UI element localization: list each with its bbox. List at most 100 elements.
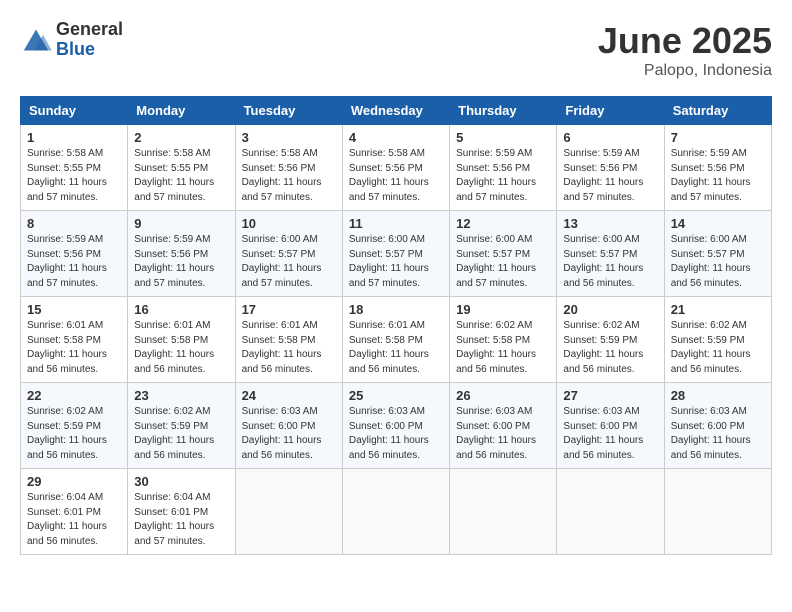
day-info: Sunrise: 6:03 AMSunset: 6:00 PMDaylight:… bbox=[349, 405, 443, 463]
calendar-cell: 4 Sunrise: 5:58 AMSunset: 5:56 PMDaylight… bbox=[342, 125, 449, 211]
calendar-cell: 10 Sunrise: 6:00 AMSunset: 5:57 PMDayligh… bbox=[235, 211, 342, 297]
logo-icon bbox=[20, 26, 52, 54]
logo-general: General bbox=[56, 20, 123, 40]
day-number: 9 bbox=[134, 216, 228, 231]
calendar-cell: 1 Sunrise: 5:58 AMSunset: 5:55 PMDaylight… bbox=[21, 125, 128, 211]
calendar-cell bbox=[664, 469, 771, 555]
calendar-cell: 16 Sunrise: 6:01 AMSunset: 5:58 PMDayligh… bbox=[128, 297, 235, 383]
day-info: Sunrise: 5:59 AMSunset: 5:56 PMDaylight:… bbox=[563, 147, 657, 205]
calendar-cell: 2Sunrise: 5:58 AMSunset: 5:55 PMDaylight… bbox=[128, 125, 235, 211]
calendar-cell: 26 Sunrise: 6:03 AMSunset: 6:00 PMDayligh… bbox=[450, 383, 557, 469]
day-number: 16 bbox=[134, 302, 228, 317]
calendar-cell: 23Sunrise: 6:02 AMSunset: 5:59 PMDayligh… bbox=[128, 383, 235, 469]
day-info: Sunrise: 6:01 AMSunset: 5:58 PMDaylight:… bbox=[242, 319, 336, 377]
day-number: 1 bbox=[27, 130, 121, 145]
calendar-cell bbox=[557, 469, 664, 555]
day-info: Sunrise: 5:58 AMSunset: 5:55 PMDaylight:… bbox=[27, 147, 121, 205]
day-info: Sunrise: 6:00 AMSunset: 5:57 PMDaylight:… bbox=[563, 233, 657, 291]
calendar-header: SundayMondayTuesdayWednesdayThursdayFrid… bbox=[21, 97, 772, 125]
day-number: 19 bbox=[456, 302, 550, 317]
day-info: Sunrise: 6:04 AMSunset: 6:01 PMDaylight:… bbox=[134, 491, 228, 549]
day-number: 15 bbox=[27, 302, 121, 317]
logo-text: General Blue bbox=[56, 20, 123, 60]
day-number: 4 bbox=[349, 130, 443, 145]
calendar-cell: 15 Sunrise: 6:01 AMSunset: 5:58 PMDayligh… bbox=[21, 297, 128, 383]
calendar-cell: 6Sunrise: 5:59 AMSunset: 5:56 PMDaylight… bbox=[557, 125, 664, 211]
day-number: 30 bbox=[134, 474, 228, 489]
day-number: 13 bbox=[563, 216, 657, 231]
day-info: Sunrise: 6:03 AMSunset: 6:00 PMDaylight:… bbox=[456, 405, 550, 463]
day-info: Sunrise: 6:01 AMSunset: 5:58 PMDaylight:… bbox=[134, 319, 228, 377]
day-number: 22 bbox=[27, 388, 121, 403]
day-number: 23 bbox=[134, 388, 228, 403]
calendar-cell: 8 Sunrise: 5:59 AMSunset: 5:56 PMDaylight… bbox=[21, 211, 128, 297]
logo-blue: Blue bbox=[56, 40, 123, 60]
calendar-cell: 24 Sunrise: 6:03 AMSunset: 6:00 PMDayligh… bbox=[235, 383, 342, 469]
day-info: Sunrise: 5:59 AMSunset: 5:56 PMDaylight:… bbox=[134, 233, 228, 291]
location: Palopo, Indonesia bbox=[598, 62, 772, 80]
day-number: 3 bbox=[242, 130, 336, 145]
day-info: Sunrise: 6:00 AMSunset: 5:57 PMDaylight:… bbox=[671, 233, 765, 291]
calendar-cell: 11Sunrise: 6:00 AMSunset: 5:57 PMDayligh… bbox=[342, 211, 449, 297]
day-info: Sunrise: 6:02 AMSunset: 5:59 PMDaylight:… bbox=[671, 319, 765, 377]
calendar-cell: 29Sunrise: 6:04 AMSunset: 6:01 PMDayligh… bbox=[21, 469, 128, 555]
day-info: Sunrise: 6:03 AMSunset: 6:00 PMDaylight:… bbox=[242, 405, 336, 463]
day-info: Sunrise: 5:58 AMSunset: 5:55 PMDaylight:… bbox=[134, 147, 228, 205]
calendar-week-row: 1 Sunrise: 5:58 AMSunset: 5:55 PMDaylight… bbox=[21, 125, 772, 211]
day-number: 5 bbox=[456, 130, 550, 145]
calendar-cell bbox=[342, 469, 449, 555]
page-header: General Blue June 2025 Palopo, Indonesia bbox=[20, 20, 772, 80]
calendar-cell: 13 Sunrise: 6:00 AMSunset: 5:57 PMDayligh… bbox=[557, 211, 664, 297]
day-number: 28 bbox=[671, 388, 765, 403]
day-info: Sunrise: 5:59 AMSunset: 5:56 PMDaylight:… bbox=[671, 147, 765, 205]
calendar-cell: 19Sunrise: 6:02 AMSunset: 5:58 PMDayligh… bbox=[450, 297, 557, 383]
weekday-header: Sunday bbox=[21, 97, 128, 125]
day-info: Sunrise: 6:00 AMSunset: 5:57 PMDaylight:… bbox=[242, 233, 336, 291]
day-number: 8 bbox=[27, 216, 121, 231]
month-title: June 2025 bbox=[598, 20, 772, 62]
calendar-cell: 25Sunrise: 6:03 AMSunset: 6:00 PMDayligh… bbox=[342, 383, 449, 469]
weekday-header: Tuesday bbox=[235, 97, 342, 125]
calendar-cell: 7 Sunrise: 5:59 AMSunset: 5:56 PMDaylight… bbox=[664, 125, 771, 211]
title-area: June 2025 Palopo, Indonesia bbox=[598, 20, 772, 80]
day-info: Sunrise: 6:01 AMSunset: 5:58 PMDaylight:… bbox=[27, 319, 121, 377]
calendar-cell: 5 Sunrise: 5:59 AMSunset: 5:56 PMDaylight… bbox=[450, 125, 557, 211]
day-number: 21 bbox=[671, 302, 765, 317]
day-info: Sunrise: 6:02 AMSunset: 5:59 PMDaylight:… bbox=[27, 405, 121, 463]
day-number: 18 bbox=[349, 302, 443, 317]
day-info: Sunrise: 6:01 AMSunset: 5:58 PMDaylight:… bbox=[349, 319, 443, 377]
day-info: Sunrise: 6:03 AMSunset: 6:00 PMDaylight:… bbox=[671, 405, 765, 463]
calendar-cell: 18 Sunrise: 6:01 AMSunset: 5:58 PMDayligh… bbox=[342, 297, 449, 383]
day-info: Sunrise: 6:00 AMSunset: 5:57 PMDaylight:… bbox=[349, 233, 443, 291]
day-info: Sunrise: 5:59 AMSunset: 5:56 PMDaylight:… bbox=[456, 147, 550, 205]
calendar-cell: 3Sunrise: 5:58 AMSunset: 5:56 PMDaylight… bbox=[235, 125, 342, 211]
weekday-header: Thursday bbox=[450, 97, 557, 125]
calendar-cell bbox=[235, 469, 342, 555]
calendar-cell: 9 Sunrise: 5:59 AMSunset: 5:56 PMDaylight… bbox=[128, 211, 235, 297]
weekday-header: Friday bbox=[557, 97, 664, 125]
day-number: 29 bbox=[27, 474, 121, 489]
weekday-header: Saturday bbox=[664, 97, 771, 125]
day-info: Sunrise: 6:00 AMSunset: 5:57 PMDaylight:… bbox=[456, 233, 550, 291]
calendar-week-row: 8 Sunrise: 5:59 AMSunset: 5:56 PMDaylight… bbox=[21, 211, 772, 297]
day-number: 26 bbox=[456, 388, 550, 403]
day-info: Sunrise: 5:59 AMSunset: 5:56 PMDaylight:… bbox=[27, 233, 121, 291]
calendar-cell: 28 Sunrise: 6:03 AMSunset: 6:00 PMDayligh… bbox=[664, 383, 771, 469]
day-number: 17 bbox=[242, 302, 336, 317]
day-number: 10 bbox=[242, 216, 336, 231]
day-number: 20 bbox=[563, 302, 657, 317]
calendar-cell: 21 Sunrise: 6:02 AMSunset: 5:59 PMDayligh… bbox=[664, 297, 771, 383]
day-number: 14 bbox=[671, 216, 765, 231]
calendar-cell: 30 Sunrise: 6:04 AMSunset: 6:01 PMDayligh… bbox=[128, 469, 235, 555]
day-number: 7 bbox=[671, 130, 765, 145]
day-info: Sunrise: 5:58 AMSunset: 5:56 PMDaylight:… bbox=[349, 147, 443, 205]
weekday-header: Wednesday bbox=[342, 97, 449, 125]
calendar-week-row: 22 Sunrise: 6:02 AMSunset: 5:59 PMDayligh… bbox=[21, 383, 772, 469]
calendar-cell: 12 Sunrise: 6:00 AMSunset: 5:57 PMDayligh… bbox=[450, 211, 557, 297]
calendar-cell: 27Sunrise: 6:03 AMSunset: 6:00 PMDayligh… bbox=[557, 383, 664, 469]
day-number: 12 bbox=[456, 216, 550, 231]
day-number: 24 bbox=[242, 388, 336, 403]
calendar-cell: 20 Sunrise: 6:02 AMSunset: 5:59 PMDayligh… bbox=[557, 297, 664, 383]
day-info: Sunrise: 6:02 AMSunset: 5:59 PMDaylight:… bbox=[563, 319, 657, 377]
calendar-cell: 22 Sunrise: 6:02 AMSunset: 5:59 PMDayligh… bbox=[21, 383, 128, 469]
